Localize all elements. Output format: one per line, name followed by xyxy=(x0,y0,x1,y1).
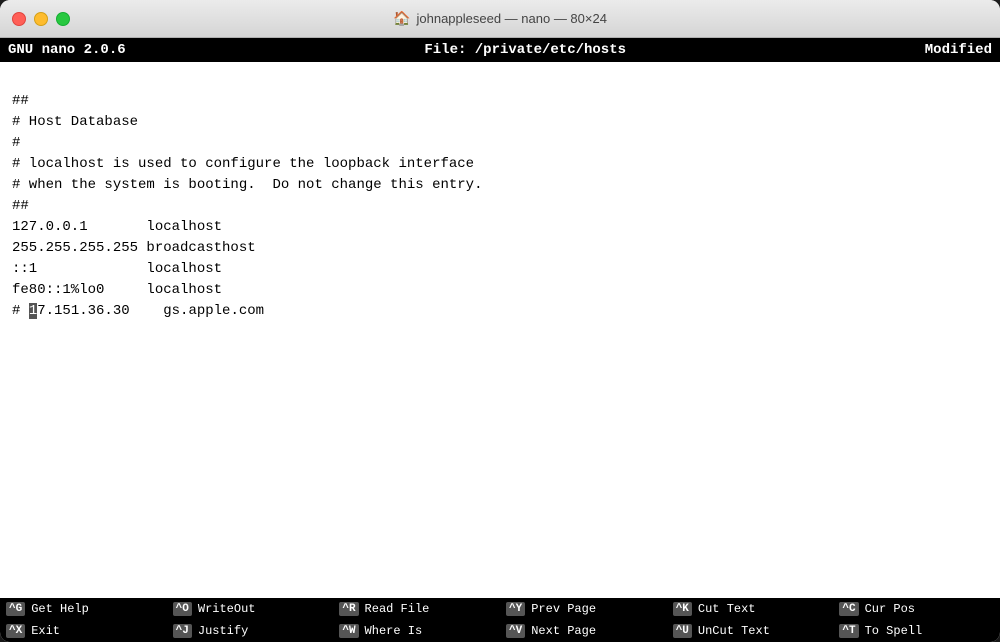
nano-editor-body[interactable]: ## # Host Database # # localhost is used… xyxy=(0,62,1000,598)
terminal-window: 🏠 johnappleseed — nano — 80×24 GNU nano … xyxy=(0,0,1000,642)
footer-item-read-file[interactable]: ^R Read File xyxy=(333,601,500,617)
key-ctrl-t: ^T xyxy=(839,624,858,638)
close-button[interactable] xyxy=(12,12,26,26)
home-icon: 🏠 xyxy=(393,10,410,27)
nano-version: GNU nano 2.0.6 xyxy=(8,42,126,58)
key-ctrl-v: ^V xyxy=(506,624,525,638)
traffic-lights[interactable] xyxy=(12,12,70,26)
key-ctrl-c: ^C xyxy=(839,602,858,616)
nano-filename: File: /private/etc/hosts xyxy=(424,42,626,58)
footer-item-get-help[interactable]: ^G Get Help xyxy=(0,601,167,617)
nano-footer: ^G Get Help ^O WriteOut ^R Read File ^Y … xyxy=(0,598,1000,642)
label-cut-text: Cut Text xyxy=(698,602,756,616)
key-ctrl-w: ^W xyxy=(339,624,358,638)
editor-line-1: ## # Host Database # # localhost is used… xyxy=(12,93,482,319)
nano-editor[interactable]: GNU nano 2.0.6 File: /private/etc/hosts … xyxy=(0,38,1000,642)
key-ctrl-j: ^J xyxy=(173,624,192,638)
key-ctrl-u: ^U xyxy=(673,624,692,638)
label-where-is: Where Is xyxy=(365,624,423,638)
footer-row-1: ^G Get Help ^O WriteOut ^R Read File ^Y … xyxy=(0,598,1000,620)
label-exit: Exit xyxy=(31,624,60,638)
label-cur-pos: Cur Pos xyxy=(865,602,915,616)
label-get-help: Get Help xyxy=(31,602,89,616)
minimize-button[interactable] xyxy=(34,12,48,26)
key-ctrl-y: ^Y xyxy=(506,602,525,616)
footer-item-cut-text[interactable]: ^K Cut Text xyxy=(667,601,834,617)
label-prev-page: Prev Page xyxy=(531,602,596,616)
footer-item-next-page[interactable]: ^V Next Page xyxy=(500,623,667,639)
label-justify: Justify xyxy=(198,624,248,638)
footer-row-2: ^X Exit ^J Justify ^W Where Is ^V Next P… xyxy=(0,620,1000,642)
window-title: 🏠 johnappleseed — nano — 80×24 xyxy=(393,10,607,27)
key-ctrl-k: ^K xyxy=(673,602,692,616)
footer-item-exit[interactable]: ^X Exit xyxy=(0,623,167,639)
footer-item-justify[interactable]: ^J Justify xyxy=(167,623,334,639)
footer-item-writeout[interactable]: ^O WriteOut xyxy=(167,601,334,617)
label-writeout: WriteOut xyxy=(198,602,256,616)
maximize-button[interactable] xyxy=(56,12,70,26)
nano-header-bar: GNU nano 2.0.6 File: /private/etc/hosts … xyxy=(0,38,1000,62)
footer-item-cur-pos[interactable]: ^C Cur Pos xyxy=(833,601,1000,617)
title-text: johnappleseed — nano — 80×24 xyxy=(416,11,606,26)
footer-item-to-spell[interactable]: ^T To Spell xyxy=(833,623,1000,639)
title-bar: 🏠 johnappleseed — nano — 80×24 xyxy=(0,0,1000,38)
footer-item-where-is[interactable]: ^W Where Is xyxy=(333,623,500,639)
key-ctrl-g: ^G xyxy=(6,602,25,616)
key-ctrl-x: ^X xyxy=(6,624,25,638)
footer-item-prev-page[interactable]: ^Y Prev Page xyxy=(500,601,667,617)
cursor: 1 xyxy=(29,303,37,319)
footer-item-uncut-text[interactable]: ^U UnCut Text xyxy=(667,623,834,639)
key-ctrl-o: ^O xyxy=(173,602,192,616)
label-read-file: Read File xyxy=(365,602,430,616)
label-to-spell: To Spell xyxy=(865,624,923,638)
label-next-page: Next Page xyxy=(531,624,596,638)
label-uncut-text: UnCut Text xyxy=(698,624,770,638)
key-ctrl-r: ^R xyxy=(339,602,358,616)
nano-modified-status: Modified xyxy=(925,42,992,58)
